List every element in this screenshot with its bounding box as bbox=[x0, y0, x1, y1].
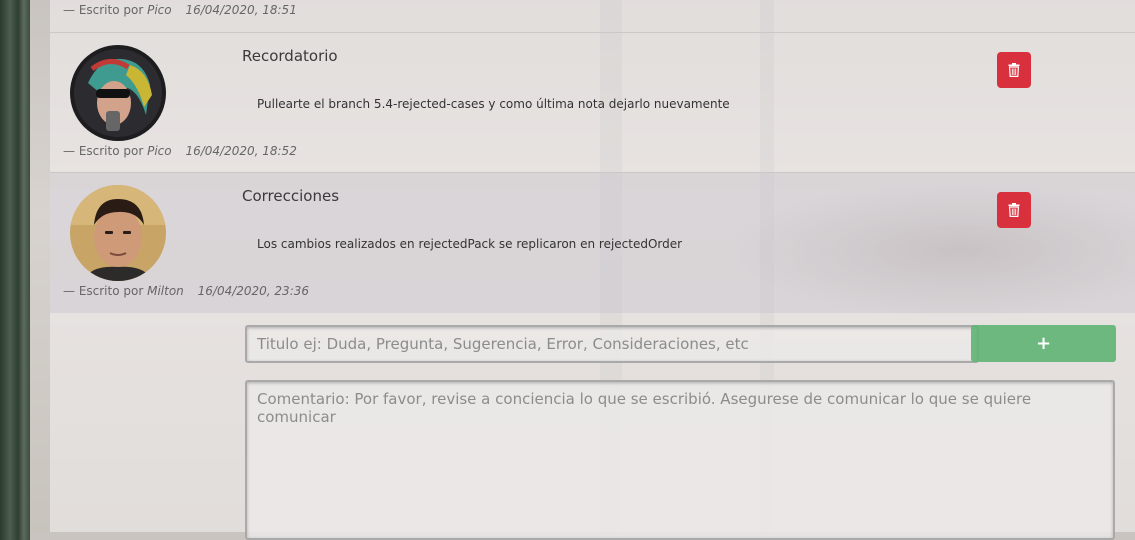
avatar bbox=[70, 185, 166, 281]
signature-author: Milton bbox=[147, 284, 184, 298]
trash-icon bbox=[1008, 63, 1020, 77]
plus-icon: + bbox=[1035, 333, 1052, 354]
comment-signature: — Escrito por Pico 16/04/2020, 18:52 bbox=[63, 144, 297, 158]
signature-date: 16/04/2020, 23:36 bbox=[197, 284, 309, 298]
delete-button[interactable] bbox=[997, 52, 1031, 88]
title-input[interactable] bbox=[245, 325, 979, 363]
add-comment-button[interactable]: + bbox=[971, 325, 1116, 362]
comment-title: Recordatorio bbox=[242, 47, 338, 65]
comment-signature: — Escrito por Milton 16/04/2020, 23:36 bbox=[63, 284, 309, 298]
comment-text: Los cambios realizados en rejectedPack s… bbox=[257, 237, 683, 251]
avatar bbox=[70, 45, 166, 141]
signature-prefix: — Escrito por bbox=[63, 284, 144, 298]
signature-date: 16/04/2020, 18:51 bbox=[185, 3, 297, 17]
delete-button[interactable] bbox=[997, 192, 1031, 228]
previous-signature: — Escrito por Pico 16/04/2020, 18:51 bbox=[63, 3, 297, 17]
signature-author: Pico bbox=[147, 144, 172, 158]
signature-date: 16/04/2020, 18:52 bbox=[185, 144, 297, 158]
signature-author: Pico bbox=[147, 3, 172, 17]
comment-textarea[interactable] bbox=[245, 380, 1115, 540]
signature-prefix: — Escrito por bbox=[63, 3, 144, 17]
comment-text: Pullearte el branch 5.4-rejected-cases y… bbox=[257, 97, 730, 111]
comment-title: Correcciones bbox=[242, 187, 340, 205]
comment-item: Recordatorio Pullearte el branch 5.4-rej… bbox=[50, 32, 1135, 173]
trash-icon bbox=[1008, 203, 1020, 217]
signature-prefix: — Escrito por bbox=[63, 144, 144, 158]
comment-item: Correcciones Los cambios realizados en r… bbox=[50, 172, 1135, 313]
